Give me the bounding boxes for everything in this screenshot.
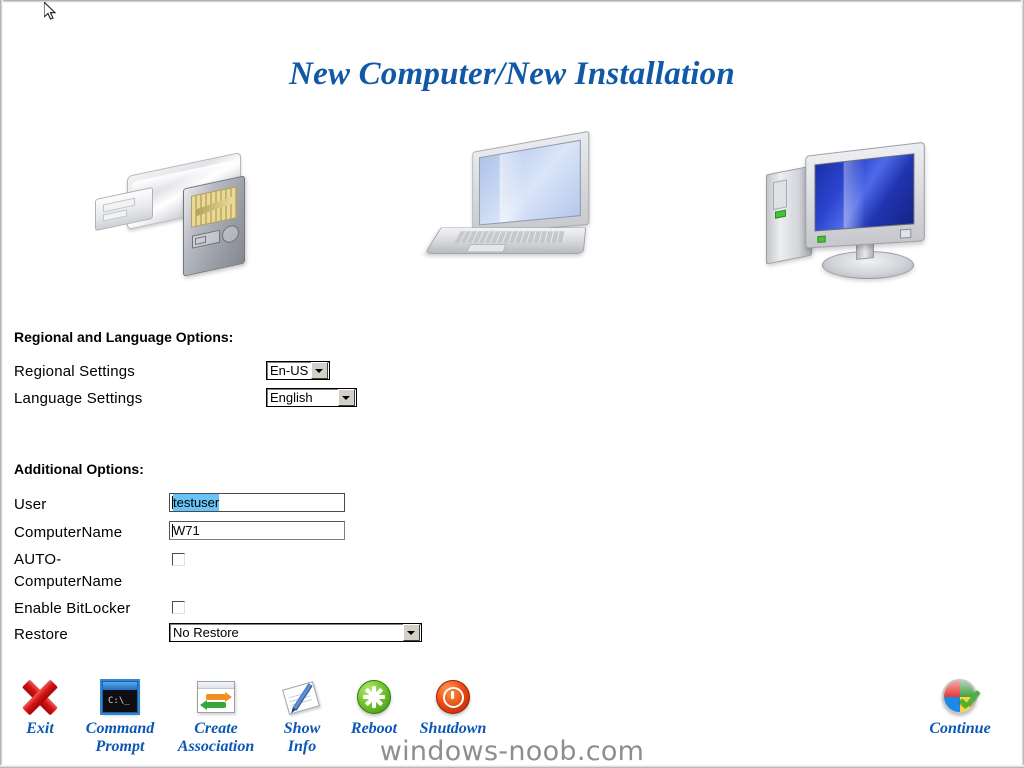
- continue-button[interactable]: Continue: [912, 676, 1008, 738]
- computer-name-label: ComputerName: [14, 524, 123, 541]
- chevron-down-icon[interactable]: [403, 624, 420, 641]
- monitor-power-led: [817, 235, 826, 243]
- windows-orb-check-icon: [912, 676, 1008, 718]
- installation-wizard-window: New Computer/New Installation Regional a…: [0, 0, 1024, 768]
- chevron-down-icon[interactable]: [311, 362, 328, 379]
- laptop-lid: [472, 130, 590, 235]
- language-settings-label: Language Settings: [14, 390, 143, 407]
- regional-settings-value: En-US: [270, 363, 309, 378]
- window-border-top: [0, 0, 1024, 3]
- create-association-icon: [168, 676, 264, 718]
- language-settings-value: English: [270, 390, 313, 405]
- laptop-touchpad: [466, 244, 507, 253]
- page-title: New Computer/New Installation: [289, 56, 735, 92]
- chevron-down-icon[interactable]: [338, 389, 355, 406]
- regional-options-heading: Regional and Language Options:: [14, 329, 234, 345]
- arrow-pointer-icon: [43, 0, 58, 22]
- auto-computer-name-label-line2: ComputerName: [14, 573, 123, 590]
- window-border-left: [0, 0, 3, 768]
- regional-settings-dropdown[interactable]: En-US: [266, 361, 330, 380]
- desktop-computer-image: [760, 135, 950, 290]
- restore-value: No Restore: [173, 625, 239, 640]
- command-prompt-icon: C:\_: [72, 676, 168, 718]
- regional-settings-label: Regional Settings: [14, 363, 135, 380]
- computer-monitor: [805, 141, 925, 249]
- user-input[interactable]: testuser: [169, 493, 345, 512]
- restore-dropdown[interactable]: No Restore: [169, 623, 422, 642]
- sd-card: [183, 175, 245, 277]
- user-input-value: testuser: [173, 494, 220, 511]
- computer-name-input[interactable]: W71: [169, 521, 345, 540]
- laptop-base: [424, 227, 587, 254]
- sd-card-contacts: [191, 186, 237, 228]
- laptop-image: [424, 130, 605, 288]
- hardware-illustration-row: [0, 130, 1024, 290]
- tower-power-led: [775, 209, 786, 219]
- sd-card-slot-mark: [192, 229, 220, 249]
- monitor-screen: [814, 153, 915, 232]
- additional-options-heading: Additional Options:: [14, 461, 144, 477]
- sd-card-circle-mark: [222, 223, 239, 245]
- site-watermark: windows-noob.com: [379, 736, 645, 767]
- red-power-icon: [405, 676, 501, 718]
- monitor-button: [899, 228, 912, 239]
- auto-computer-name-label-line1: AUTO-: [14, 551, 62, 568]
- enable-bitlocker-label: Enable BitLocker: [14, 600, 131, 617]
- user-label: User: [14, 496, 47, 513]
- usb-flash-drive-sd-card-image: [85, 140, 285, 290]
- enable-bitlocker-checkbox[interactable]: [172, 601, 185, 614]
- laptop-screen: [479, 139, 581, 226]
- language-settings-dropdown[interactable]: English: [266, 388, 357, 407]
- laptop-keyboard: [454, 231, 566, 243]
- computer-name-value: W71: [173, 523, 200, 538]
- shutdown-button[interactable]: Shutdown: [405, 676, 501, 738]
- tower-drive-bay: [773, 179, 787, 211]
- auto-computer-name-checkbox[interactable]: [172, 553, 185, 566]
- restore-label: Restore: [14, 626, 68, 643]
